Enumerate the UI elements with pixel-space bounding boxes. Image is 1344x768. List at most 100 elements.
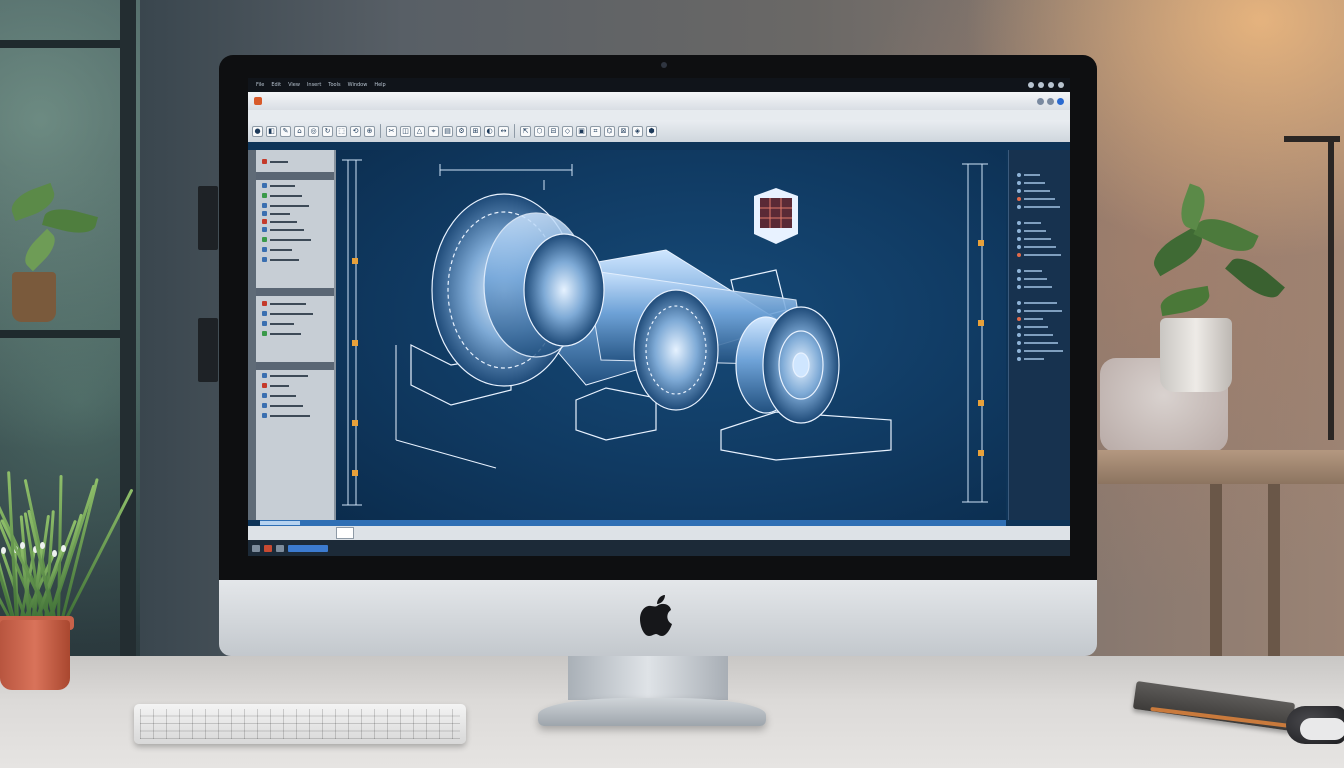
tree-item[interactable]	[262, 182, 295, 189]
block-icon[interactable]: ▣	[576, 125, 587, 137]
tree-item[interactable]	[262, 210, 290, 217]
rectangle-icon[interactable]: ⬚	[336, 125, 347, 137]
tree-item[interactable]	[262, 158, 288, 165]
tree-item[interactable]	[262, 330, 301, 337]
cut-icon[interactable]: ✂	[386, 125, 397, 137]
flower-bud	[60, 544, 66, 552]
tree-item[interactable]	[262, 320, 294, 327]
delete-icon[interactable]: ⊠	[618, 125, 629, 137]
tree-item-label	[270, 220, 297, 223]
split-icon[interactable]: ◫	[400, 125, 411, 137]
status-bar	[248, 540, 1070, 556]
measure-icon[interactable]: ↔	[498, 125, 509, 137]
window-plant-pot	[12, 272, 56, 322]
menu-item[interactable]: Tools	[326, 82, 342, 88]
sketch-icon[interactable]: ✎	[280, 125, 291, 137]
property-item[interactable]	[1017, 252, 1061, 258]
menu-item[interactable]: File	[254, 82, 266, 88]
tree-item[interactable]	[262, 402, 303, 409]
property-item[interactable]	[1017, 220, 1041, 226]
property-item[interactable]	[1017, 340, 1058, 346]
home-icon[interactable]: ⌂	[294, 125, 305, 137]
tree-item[interactable]	[262, 202, 309, 209]
property-icon	[1017, 237, 1021, 241]
tree-item-label	[270, 258, 299, 261]
hash-icon[interactable]: ⌗	[590, 125, 601, 137]
remove-icon[interactable]: ⊟	[548, 125, 559, 137]
tree-item[interactable]	[262, 192, 302, 199]
tree-item[interactable]	[262, 246, 292, 253]
new-icon[interactable]: ●	[252, 125, 263, 137]
keyboard-keys	[140, 709, 460, 739]
property-item[interactable]	[1017, 204, 1060, 210]
property-icon	[1017, 221, 1021, 225]
property-item[interactable]	[1017, 332, 1053, 338]
target-icon[interactable]: ⌖	[428, 125, 439, 137]
property-item[interactable]	[1017, 188, 1050, 194]
search-icon[interactable]	[1048, 82, 1054, 88]
property-item[interactable]	[1017, 324, 1048, 330]
property-item[interactable]	[1017, 268, 1042, 274]
property-item[interactable]	[1017, 236, 1051, 242]
tree-item[interactable]	[262, 392, 296, 399]
property-item[interactable]	[1017, 356, 1044, 362]
tree-item[interactable]	[262, 412, 310, 419]
tree-item-label	[270, 228, 304, 231]
tree-item[interactable]	[262, 256, 299, 263]
control-center-icon[interactable]	[1058, 82, 1064, 88]
minimize-button[interactable]	[1037, 97, 1044, 105]
maximize-button[interactable]	[1047, 97, 1054, 105]
property-item[interactable]	[1017, 172, 1040, 178]
menu-item[interactable]: Window	[346, 82, 370, 88]
tree-item[interactable]	[262, 310, 313, 317]
property-item[interactable]	[1017, 228, 1046, 234]
hexagon-icon[interactable]: ⬡	[534, 125, 545, 137]
property-item[interactable]	[1017, 284, 1052, 290]
tree-item[interactable]	[262, 300, 306, 307]
property-item[interactable]	[1017, 348, 1063, 354]
property-item[interactable]	[1017, 316, 1043, 322]
menu-item[interactable]: View	[286, 82, 302, 88]
part-icon[interactable]: ⬢	[646, 125, 657, 137]
shade-icon[interactable]: ◐	[484, 125, 495, 137]
status-icon[interactable]	[252, 544, 260, 552]
property-item[interactable]	[1017, 196, 1055, 202]
feature-icon	[262, 227, 267, 232]
tree-item[interactable]	[262, 218, 297, 225]
close-button[interactable]	[1057, 97, 1064, 105]
tree-item[interactable]	[262, 372, 308, 379]
menu-item[interactable]: Insert	[305, 82, 323, 88]
tree-item[interactable]	[262, 236, 311, 243]
property-item[interactable]	[1017, 244, 1056, 250]
drawing-canvas[interactable]	[336, 150, 1006, 520]
undo-icon[interactable]: ⟲	[350, 125, 361, 137]
property-item[interactable]	[1017, 308, 1062, 314]
tree-item[interactable]	[262, 226, 304, 233]
circle-icon[interactable]: ◎	[308, 125, 319, 137]
rotate-icon[interactable]: ↻	[322, 125, 333, 137]
grid-icon[interactable]: ⊞	[470, 125, 481, 137]
status-icon[interactable]	[276, 544, 284, 552]
property-item[interactable]	[1017, 300, 1057, 306]
menu-item[interactable]: Edit	[269, 82, 283, 88]
status-icon[interactable]	[264, 544, 272, 552]
open-icon[interactable]: ◧	[266, 125, 277, 137]
feature-icon[interactable]: ◈	[632, 125, 643, 137]
feature-icon	[262, 203, 267, 208]
properties-panel	[1008, 150, 1070, 520]
scrollbar-thumb[interactable]	[260, 521, 300, 525]
add-icon[interactable]: ⊕	[364, 125, 375, 137]
assembly-icon[interactable]: ⌬	[604, 125, 615, 137]
triangle-icon[interactable]: △	[414, 125, 425, 137]
diamond-icon[interactable]: ◇	[562, 125, 573, 137]
tree-item[interactable]	[262, 382, 289, 389]
property-item[interactable]	[1017, 180, 1045, 186]
keyboard[interactable]	[134, 704, 466, 744]
move-icon[interactable]: ⇱	[520, 125, 531, 137]
property-item[interactable]	[1017, 276, 1047, 282]
settings-icon[interactable]: ⚙	[456, 125, 467, 137]
menu-item[interactable]: Help	[372, 82, 387, 88]
layers-icon[interactable]: ▤	[442, 125, 453, 137]
command-input[interactable]	[336, 527, 354, 539]
active-task-tab[interactable]	[288, 544, 328, 552]
